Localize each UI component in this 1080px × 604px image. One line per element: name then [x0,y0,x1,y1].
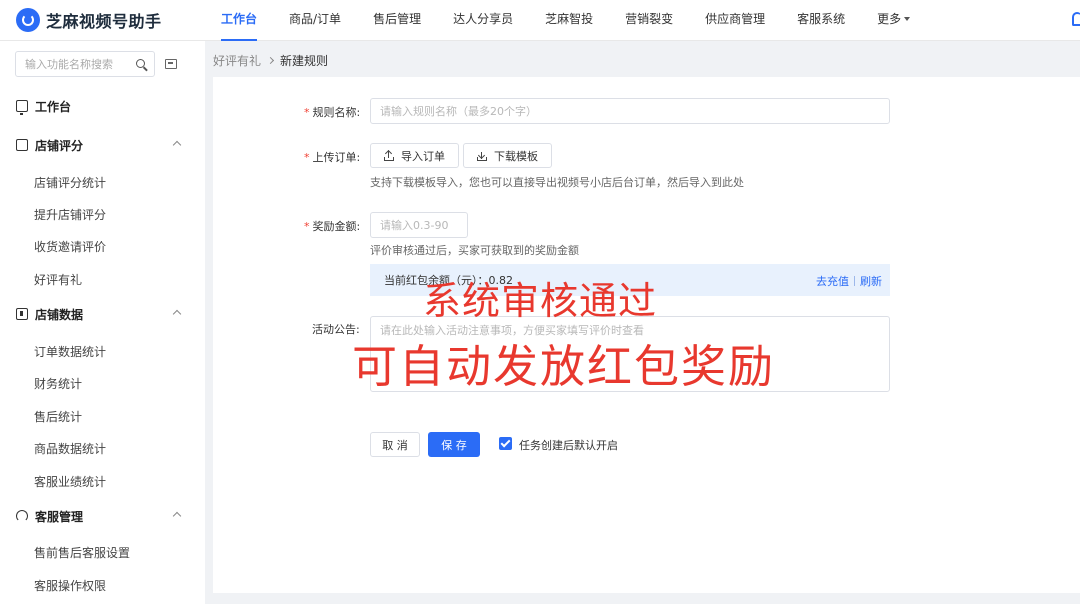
reward-hint: 评价审核通过后，买家可获取到的奖励金额 [370,244,579,257]
sidebar-item-service-settings[interactable]: 售前售后客服设置 [34,544,130,561]
download-template-button[interactable]: 下载模板 [463,143,552,168]
import-orders-label: 导入订单 [401,149,445,163]
nav-item-suppliers[interactable]: 供应商管理 [689,0,781,41]
chevron-up-icon [172,309,182,319]
upload-hint: 支持下载模板导入，您也可以直接导出视频号小店后台订单，然后导入到此处 [370,176,744,189]
nav-item-marketing[interactable]: 营销裂变 [609,0,689,41]
main-nav: 工作台 商品/订单 售后管理 达人分享员 芝麻智投 营销裂变 供应商管理 客服系… [205,0,926,41]
nav-item-after-sales[interactable]: 售后管理 [357,0,437,41]
sidebar-item-finance-stats[interactable]: 财务统计 [34,375,82,392]
store-icon [16,139,28,151]
function-search [15,51,155,77]
breadcrumb: 好评有礼 新建规则 [213,52,328,69]
nav-item-customer-service[interactable]: 客服系统 [781,0,861,41]
sidebar-group-store-rating[interactable]: 店铺评分 [0,130,205,160]
upload-orders-label: * 上传订单: [304,149,360,165]
sidebar-item-workbench[interactable]: 工作台 [0,91,205,121]
upload-orders-label-text: 上传订单: [312,151,361,164]
bell-icon[interactable] [1072,12,1080,26]
sidebar-collapse-icon[interactable] [165,59,177,69]
sidebar-item-rating-stats[interactable]: 店铺评分统计 [34,174,106,191]
nav-item-workbench[interactable]: 工作台 [205,0,273,41]
breadcrumb-parent[interactable]: 好评有礼 [213,52,261,69]
caret-down-icon [904,17,911,21]
notice-label: 活动公告: [312,323,360,336]
balance-info-bar: 当前红包余额（元）：0.82 去充值 刷新 [370,264,890,296]
sidebar-item-product-stats[interactable]: 商品数据统计 [34,440,106,457]
chevron-right-icon [266,56,275,65]
chevron-up-icon [172,511,182,521]
nav-more-label: 更多 [877,11,902,26]
data-chart-icon [16,308,28,320]
headset-icon [16,510,28,522]
sidebar-item-label: 工作台 [35,99,72,114]
chevron-up-icon [172,140,182,150]
sidebar-item-review-invite[interactable]: 收货邀请评价 [34,238,106,255]
brand-name: 芝麻视频号助手 [46,12,162,31]
sidebar-item-service-permissions[interactable]: 客服操作权限 [34,577,106,594]
balance-actions: 去充值 刷新 [816,273,882,289]
divider [854,276,855,286]
required-mark: * [304,220,310,233]
import-orders-button[interactable]: 导入订单 [370,143,459,168]
brand-logo-icon [16,8,40,32]
reward-amount-label: * 奖励金额: [304,218,360,234]
nav-item-smart-ads[interactable]: 芝麻智投 [529,0,609,41]
search-icon[interactable] [136,59,145,68]
sidebar-item-order-stats[interactable]: 订单数据统计 [34,343,106,360]
sidebar-group-service-mgmt[interactable]: 客服管理 [0,501,205,531]
nav-item-sharers[interactable]: 达人分享员 [437,0,529,41]
nav-item-more[interactable]: 更多 [861,0,926,41]
sidebar-group-label: 店铺数据 [35,307,84,322]
breadcrumb-current: 新建规则 [280,54,329,68]
sidebar: 工作台 店铺评分 店铺评分统计 提升店铺评分 收货邀请评价 好评有礼 店铺数据 … [0,41,205,604]
rule-name-label: * 规则名称: [304,104,360,120]
sidebar-item-improve-rating[interactable]: 提升店铺评分 [34,206,106,223]
sidebar-item-after-sale-stats[interactable]: 售后统计 [34,408,82,425]
sidebar-item-good-review-gift[interactable]: 好评有礼 [34,271,82,288]
monitor-icon [16,100,28,115]
rule-name-label-text: 规则名称: [312,106,361,119]
function-search-input[interactable] [25,57,133,71]
download-template-label: 下载模板 [494,149,538,163]
sidebar-group-label: 店铺评分 [35,138,84,153]
upload-icon [384,149,394,161]
sidebar-group-store-data[interactable]: 店铺数据 [0,299,205,329]
auto-open-label: 任务创建后默认开启 [519,439,618,452]
brand[interactable]: 芝麻视频号助手 [0,8,205,32]
reward-amount-input[interactable] [370,212,468,238]
notice-textarea[interactable] [370,316,890,392]
required-mark: * [304,151,310,164]
auto-open-checkbox[interactable] [499,437,512,450]
top-navigation-bar: 芝麻视频号助手 工作台 商品/订单 售后管理 达人分享员 芝麻智投 营销裂变 供… [0,0,1080,41]
refresh-link[interactable]: 刷新 [860,273,882,289]
rule-name-input[interactable] [370,98,890,124]
sidebar-item-service-performance[interactable]: 客服业绩统计 [34,473,106,490]
save-button[interactable]: 保 存 [428,432,480,457]
recharge-link[interactable]: 去充值 [816,273,849,289]
nav-item-products-orders[interactable]: 商品/订单 [273,0,357,41]
cancel-button[interactable]: 取 消 [370,432,420,457]
required-mark: * [304,106,310,119]
download-icon [477,151,487,161]
sidebar-group-label: 客服管理 [35,509,84,524]
balance-text: 当前红包余额（元）：0.82 [384,274,513,287]
reward-amount-label-text: 奖励金额: [312,220,361,233]
